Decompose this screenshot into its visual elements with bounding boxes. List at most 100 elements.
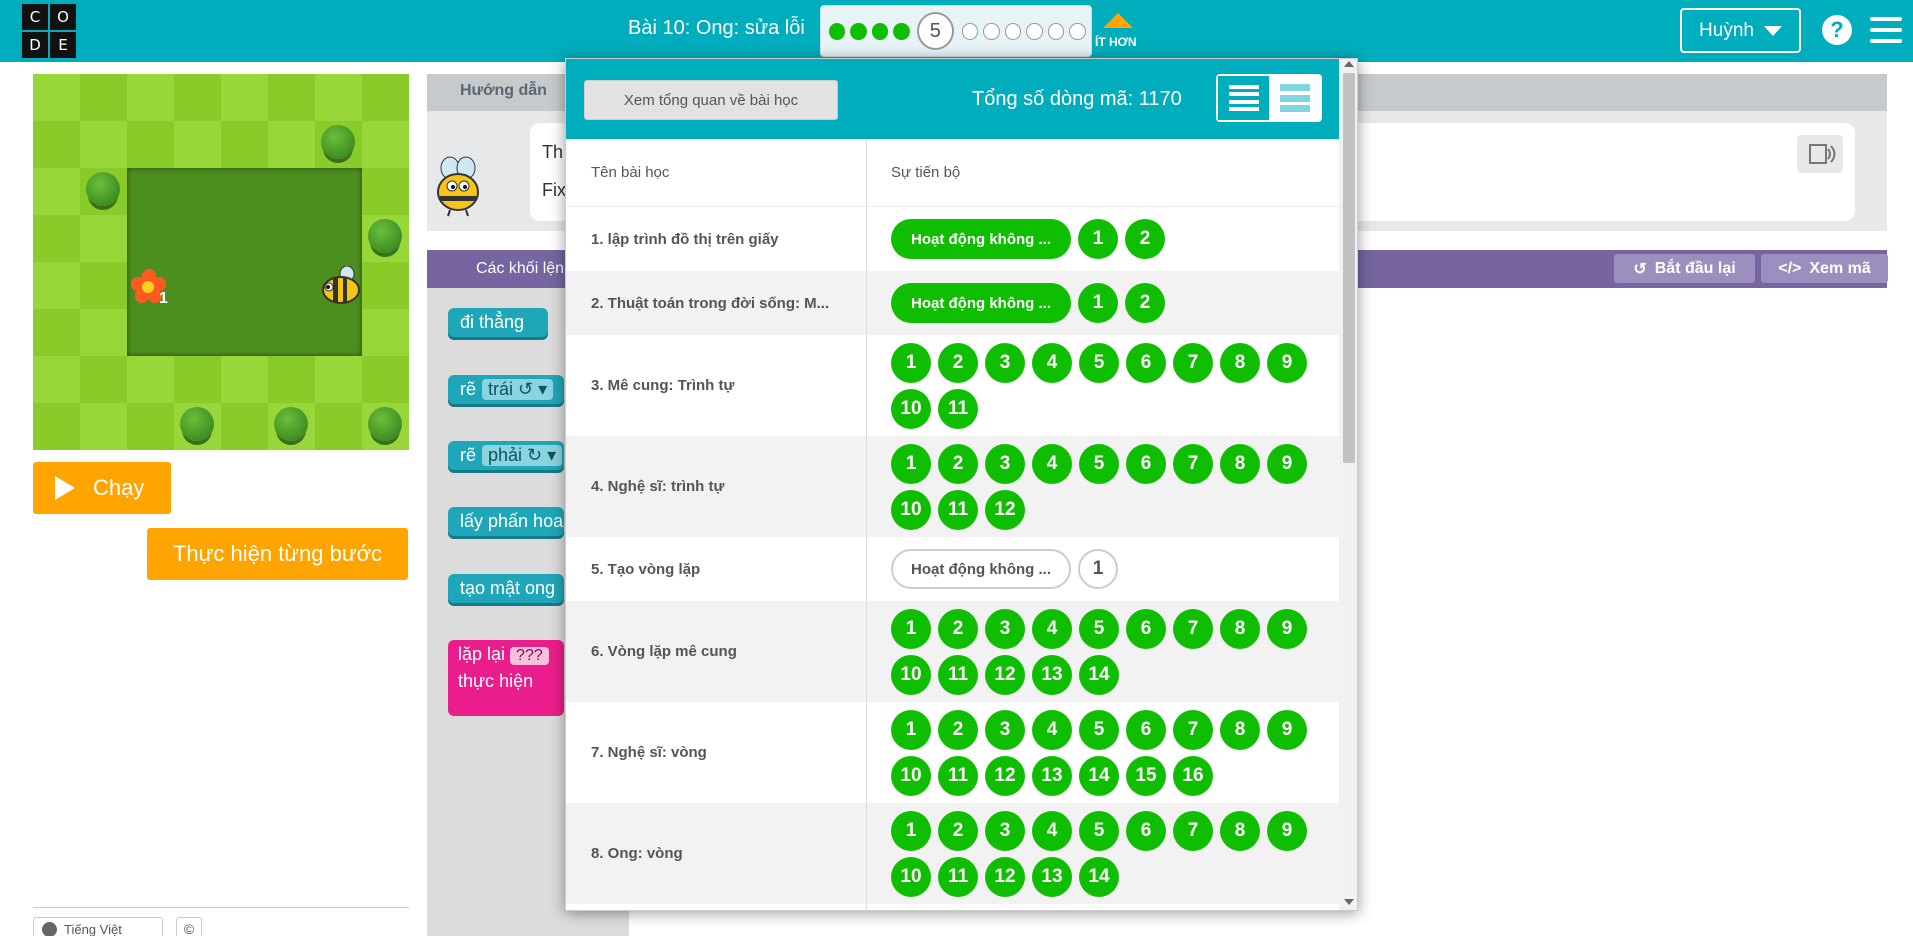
level-bubble[interactable]: 4 (1032, 810, 1072, 851)
level-bubble[interactable]: 5 (1079, 810, 1119, 851)
level-bubble[interactable]: 14 (1079, 755, 1119, 796)
lesson-overview-button[interactable]: Xem tổng quan về bài học (584, 80, 838, 120)
level-bubble[interactable]: 9 (1267, 443, 1307, 484)
level-bubble[interactable]: 10 (891, 856, 931, 897)
level-bubble[interactable]: 11 (938, 856, 978, 897)
detail-view-button[interactable] (1269, 76, 1320, 120)
level-bubble[interactable]: 9 (1267, 608, 1307, 649)
block-move-forward[interactable]: đi thẳng (448, 308, 548, 337)
lesson-name[interactable]: 7. Nghệ sĩ: vòng (566, 744, 866, 761)
level-bubble[interactable]: 16 (1173, 755, 1213, 796)
puzzle-dot-remaining[interactable] (983, 22, 1000, 40)
lesson-name[interactable]: 6. Vòng lặp mê cung (566, 643, 866, 660)
level-bubble[interactable]: 2 (938, 608, 978, 649)
tab-instructions[interactable]: Hướng dẫn (460, 82, 547, 100)
puzzle-dot-current[interactable]: 5 (916, 12, 954, 50)
level-bubble[interactable]: 4 (1032, 443, 1072, 484)
level-bubble[interactable]: 1 (891, 443, 931, 484)
level-bubble[interactable]: 10 (891, 489, 931, 530)
level-bubble[interactable]: 11 (938, 755, 978, 796)
block-turn-right[interactable]: rẽ phải ↻ ▾ (448, 441, 564, 470)
block-make-honey[interactable]: tạo mật ong (448, 574, 564, 603)
hamburger-menu-icon[interactable] (1870, 17, 1902, 43)
level-bubble[interactable]: 12 (985, 856, 1025, 897)
lesson-name[interactable]: 3. Mê cung: Trình tự (566, 377, 866, 394)
text-to-speech-icon[interactable] (1797, 135, 1843, 173)
level-bubble[interactable]: 8 (1220, 342, 1260, 383)
level-bubble[interactable]: 9 (1267, 810, 1307, 851)
lesson-name[interactable]: 2. Thuật toán trong đời sống: M... (566, 295, 866, 312)
user-menu-button[interactable]: Huỳnh (1680, 8, 1801, 53)
level-bubble[interactable]: 10 (891, 654, 931, 695)
direction-dropdown[interactable]: phải ↻ ▾ (482, 445, 563, 466)
level-bubble[interactable]: 11 (938, 654, 978, 695)
level-bubble[interactable]: 4 (1032, 342, 1072, 383)
show-code-button[interactable]: </> Xem mã (1761, 254, 1888, 283)
level-bubble[interactable]: 5 (1079, 443, 1119, 484)
step-button[interactable]: Thực hiện từng bước (147, 528, 408, 580)
level-bubble[interactable]: 11 (938, 489, 978, 530)
block-turn-left[interactable]: rẽ trái ↺ ▾ (448, 375, 564, 404)
level-bubble[interactable]: 1 (891, 810, 931, 851)
level-bubble[interactable]: 7 (1173, 709, 1213, 750)
level-bubble[interactable]: 6 (1126, 810, 1166, 851)
level-bubble[interactable]: 8 (1220, 608, 1260, 649)
level-bubble[interactable]: 6 (1126, 443, 1166, 484)
level-bubble[interactable]: 8 (1220, 443, 1260, 484)
level-bubble[interactable]: 5 (1079, 608, 1119, 649)
list-view-button[interactable] (1218, 76, 1269, 120)
level-bubble[interactable]: 1 (891, 709, 931, 750)
level-bubble[interactable]: 6 (1126, 608, 1166, 649)
puzzle-dot-remaining[interactable] (1026, 22, 1043, 40)
level-bubble[interactable]: 10 (891, 388, 931, 429)
level-bubble[interactable]: 3 (985, 810, 1025, 851)
level-bubble[interactable]: 3 (985, 709, 1025, 750)
run-button[interactable]: Chạy (33, 462, 171, 514)
block-repeat[interactable]: lặp lại ??? thực hiện (448, 640, 564, 716)
puzzle-dot-remaining[interactable] (1004, 22, 1022, 40)
level-bubble[interactable]: 7 (1173, 342, 1213, 383)
level-bubble[interactable]: 2 (938, 810, 978, 851)
puzzle-dot-completed[interactable] (850, 22, 867, 40)
level-bubble[interactable]: 3 (985, 608, 1025, 649)
puzzle-dot-completed[interactable] (829, 22, 846, 40)
level-bubble[interactable]: 4 (1032, 709, 1072, 750)
puzzle-dot-remaining[interactable] (1047, 22, 1065, 40)
level-bubble[interactable]: 12 (985, 755, 1025, 796)
level-bubble[interactable]: 11 (938, 388, 978, 429)
level-bubble[interactable]: 2 (938, 709, 978, 750)
level-bubble[interactable]: 7 (1173, 608, 1213, 649)
level-bubble[interactable]: 7 (1173, 810, 1213, 851)
repeat-count-input[interactable]: ??? (510, 647, 549, 665)
puzzle-dot-completed[interactable] (893, 22, 910, 40)
lesson-name[interactable]: 5. Tạo vòng lặp (566, 561, 866, 578)
level-bubble[interactable]: 1 (891, 608, 931, 649)
language-select[interactable]: Tiếng Việt (33, 917, 163, 936)
level-bubble[interactable]: 8 (1220, 709, 1260, 750)
level-bubble[interactable]: 14 (1079, 654, 1119, 695)
level-bubble[interactable]: 9 (1267, 342, 1307, 383)
level-bubble[interactable]: 10 (891, 755, 931, 796)
level-bubble[interactable]: 5 (1079, 342, 1119, 383)
level-bubble[interactable]: 2 (938, 443, 978, 484)
level-bubble[interactable]: 2 (1125, 283, 1165, 323)
less-toggle[interactable]: ÍT HƠN (1095, 35, 1137, 49)
direction-dropdown[interactable]: trái ↺ ▾ (482, 379, 554, 400)
level-bubble[interactable]: 14 (1079, 856, 1119, 897)
level-bubble[interactable]: 4 (1032, 608, 1072, 649)
level-bubble[interactable]: 2 (1125, 219, 1165, 259)
level-bubble[interactable]: 12 (985, 654, 1025, 695)
help-icon[interactable]: ? (1822, 15, 1852, 45)
level-bubble[interactable]: 3 (985, 443, 1025, 484)
level-bubble[interactable]: 1 (891, 342, 931, 383)
level-bubble[interactable]: 2 (938, 342, 978, 383)
unplugged-activity-pill[interactable]: Hoạt động không ... (891, 549, 1071, 589)
popup-scrollbar[interactable] (1339, 59, 1357, 910)
scroll-up-icon[interactable] (1344, 61, 1354, 67)
scroll-down-icon[interactable] (1344, 899, 1354, 905)
lesson-name[interactable]: 4. Nghệ sĩ: trình tự (566, 478, 866, 495)
level-bubble[interactable]: 1 (1078, 219, 1118, 259)
level-bubble[interactable]: 1 (1078, 283, 1118, 323)
level-bubble[interactable]: 7 (1173, 443, 1213, 484)
scroll-thumb[interactable] (1343, 73, 1355, 463)
